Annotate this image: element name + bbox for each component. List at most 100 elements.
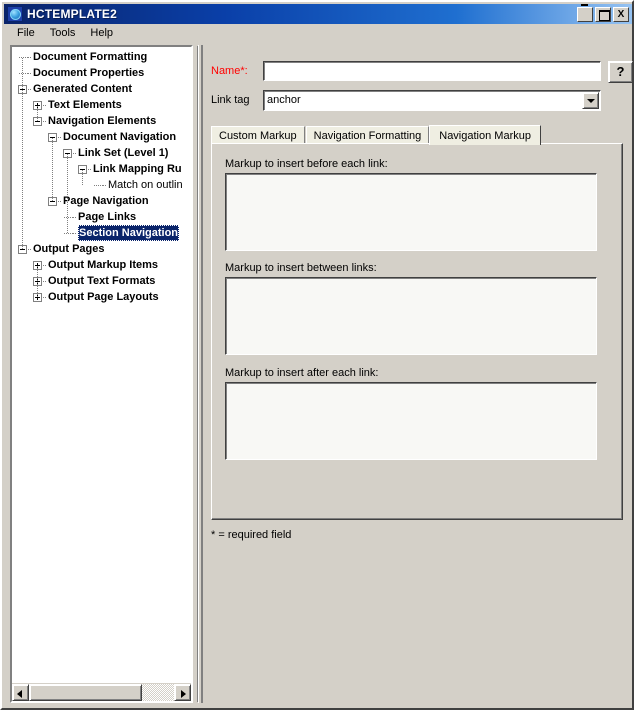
tree-item[interactable]: Page Navigation xyxy=(12,194,191,210)
markup-between-textarea[interactable] xyxy=(225,277,597,355)
menu-help[interactable]: Help xyxy=(83,25,121,41)
menu-file[interactable]: File xyxy=(10,25,43,41)
tab-strip: Custom Markup Navigation Formatting Navi… xyxy=(211,124,623,145)
tree-connector xyxy=(73,233,77,234)
tree-connector xyxy=(58,137,62,138)
tree-connector xyxy=(28,89,32,90)
tree-connector xyxy=(73,153,77,154)
tree-item-label: Section Navigation xyxy=(78,225,180,241)
tree-item-label: Output Page Layouts xyxy=(48,291,159,303)
menu-tools[interactable]: Tools xyxy=(43,25,84,41)
tree-item-label: Page Navigation xyxy=(63,195,149,207)
tree-connector xyxy=(67,154,68,234)
tree-item-label: Text Elements xyxy=(48,99,122,111)
properties-panel: Name*: ? Link tag anchor Custom Markup N… xyxy=(198,45,633,703)
tree-horizontal-scrollbar[interactable] xyxy=(12,683,191,701)
link-tag-dropdown[interactable]: anchor xyxy=(263,90,601,111)
tree-item-label: Document Navigation xyxy=(63,131,177,143)
maximize-button[interactable] xyxy=(595,6,611,22)
tree-item[interactable]: Text Elements xyxy=(12,98,191,114)
required-field-note: * = required field xyxy=(211,529,292,541)
close-button[interactable]: X xyxy=(613,6,629,22)
tree-item-label: Link Mapping Ru xyxy=(93,163,182,175)
tree-connector xyxy=(43,297,47,298)
tab-navigation-markup[interactable]: Navigation Markup xyxy=(429,125,541,145)
name-field-row: Name*: ? xyxy=(211,61,633,83)
tab-navigation-formatting[interactable]: Navigation Formatting xyxy=(305,126,430,144)
title-bar[interactable]: HCTEMPLATE2 X xyxy=(4,3,632,24)
tab-custom-markup[interactable]: Custom Markup xyxy=(211,126,305,144)
markup-after-textarea[interactable] xyxy=(225,382,597,460)
tree-connector xyxy=(22,58,23,250)
scrollbar-thumb[interactable] xyxy=(29,684,142,701)
markup-before-group: Markup to insert before each link: xyxy=(225,158,597,256)
tree-item[interactable]: Page Links xyxy=(12,210,191,226)
link-tag-value: anchor xyxy=(267,94,301,106)
tree-connector xyxy=(73,217,77,218)
tree-item[interactable]: Document Navigation xyxy=(12,130,191,146)
tree-item-label: Generated Content xyxy=(33,83,133,95)
tree-item-label: Navigation Elements xyxy=(48,115,157,127)
window-controls: X xyxy=(577,3,630,22)
tree-item-label: Output Markup Items xyxy=(48,259,159,271)
tree-connector xyxy=(64,233,73,234)
markup-before-label: Markup to insert before each link: xyxy=(225,158,388,170)
tree-scroll-area: Document Formatting Document Properties Ge… xyxy=(12,47,191,683)
link-tag-row: Link tag anchor xyxy=(211,90,603,111)
tree-item-label: Page Links xyxy=(78,211,137,223)
close-icon: X xyxy=(617,8,625,20)
tree-item[interactable]: Match on outlin xyxy=(12,178,191,194)
tree-item-label: Output Text Formats xyxy=(48,275,156,287)
tree-item-label: Document Formatting xyxy=(33,51,148,63)
markup-between-label: Markup to insert between links: xyxy=(225,262,377,274)
tree-connector xyxy=(52,138,53,202)
markup-before-textarea[interactable] xyxy=(225,173,597,251)
application-window: HCTEMPLATE2 X File Tools Help Document F… xyxy=(0,0,634,710)
help-button[interactable]: ? xyxy=(608,61,633,83)
tree-connector xyxy=(37,266,38,298)
tree-connector xyxy=(58,201,62,202)
tree-item[interactable]: Document Properties xyxy=(12,66,191,82)
tree-item[interactable]: Navigation Elements xyxy=(12,114,191,130)
tree-item-label: Document Properties xyxy=(33,67,145,79)
tree-connector xyxy=(43,121,47,122)
minimize-button[interactable] xyxy=(577,3,593,22)
tree-view[interactable]: Document Formatting Document Properties Ge… xyxy=(12,47,191,306)
tree-item[interactable]: Document Formatting xyxy=(12,50,191,66)
scroll-left-arrow-icon[interactable] xyxy=(12,684,29,701)
tree-connector xyxy=(43,105,47,106)
window-title: HCTEMPLATE2 xyxy=(27,7,117,21)
tree-item-label: Link Set (Level 1) xyxy=(78,147,169,159)
name-label: Name*: xyxy=(211,65,248,77)
tree-connector xyxy=(43,265,47,266)
tree-connector xyxy=(28,57,32,58)
scrollbar-track[interactable] xyxy=(29,684,174,701)
tree-connector xyxy=(19,73,28,74)
tree-item[interactable]: Link Mapping Ru xyxy=(12,162,191,178)
main-content: Document Formatting Document Properties Ge… xyxy=(4,43,633,708)
tree-item[interactable]: Output Markup Items xyxy=(12,258,191,274)
tree-item[interactable]: Generated Content xyxy=(12,82,191,98)
tree-connector xyxy=(82,170,83,186)
properties-panel-inner: Name*: ? Link tag anchor Custom Markup N… xyxy=(201,45,633,703)
name-input[interactable] xyxy=(263,61,601,81)
tree-item[interactable]: Link Set (Level 1) xyxy=(12,146,191,162)
tree-item[interactable]: Section Navigation xyxy=(12,225,191,242)
tree-connector xyxy=(94,185,103,186)
tree-item[interactable]: Output Pages xyxy=(12,242,191,258)
tree-connector xyxy=(88,169,92,170)
markup-after-label: Markup to insert after each link: xyxy=(225,367,379,379)
markup-between-group: Markup to insert between links: xyxy=(225,262,597,360)
tree-connector xyxy=(28,249,32,250)
navigation-markup-panel: Markup to insert before each link: Marku… xyxy=(211,143,623,520)
tree-connector xyxy=(19,57,28,58)
tree-item[interactable]: Output Page Layouts xyxy=(12,290,191,306)
link-tag-label: Link tag xyxy=(211,94,250,106)
scroll-right-arrow-icon[interactable] xyxy=(174,684,191,701)
tree-item[interactable]: Output Text Formats xyxy=(12,274,191,290)
tree-item-label: Match on outlin xyxy=(108,179,183,191)
chevron-down-icon[interactable] xyxy=(582,92,599,109)
globe-icon xyxy=(7,6,23,22)
tree-connector xyxy=(37,106,38,122)
tree-item-label: Output Pages xyxy=(33,243,105,255)
